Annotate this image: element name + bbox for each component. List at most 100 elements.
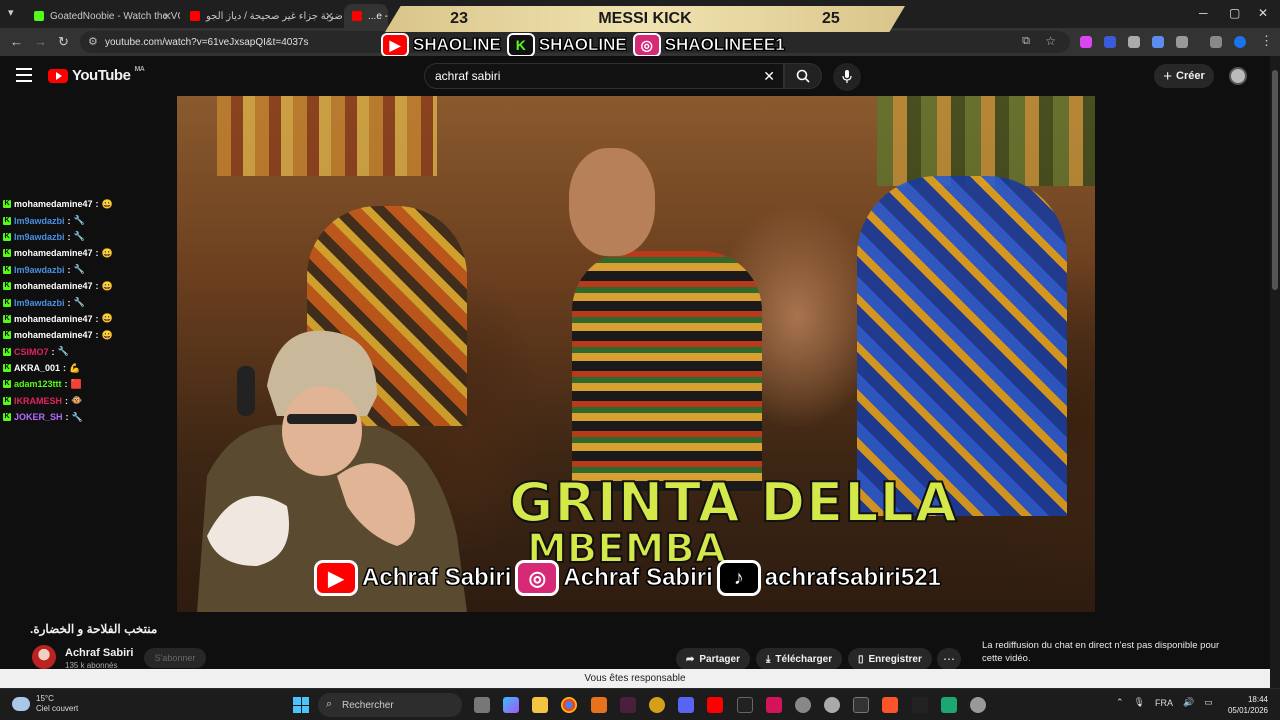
tiktok-icon: ♪: [716, 560, 761, 596]
browser-menu-icon[interactable]: ⋮: [1260, 33, 1273, 49]
reading-list-icon[interactable]: [1210, 36, 1222, 48]
settings-gear-icon[interactable]: [970, 697, 986, 713]
video-social-youtube: ▶ Achraf Sabiri: [314, 560, 512, 596]
app-icon[interactable]: [824, 697, 840, 713]
scrollbar-thumb[interactable]: [1272, 70, 1278, 290]
save-button[interactable]: ▯ Enregistrer: [848, 648, 932, 670]
app-icon[interactable]: [853, 697, 869, 713]
voice-search-button[interactable]: [833, 63, 861, 91]
chrome-icon[interactable]: [561, 697, 577, 713]
create-button[interactable]: + Créer: [1154, 64, 1214, 88]
stream-chat-overlay: Kmohamedamine47: 😀 K Im9awdazbi: 🔧 K Im9awdazb…: [0, 196, 176, 436]
close-window-icon[interactable]: ✕: [1258, 6, 1268, 20]
subscribe-button[interactable]: S'abonner: [144, 648, 206, 668]
extensions-puzzle-icon[interactable]: [1176, 36, 1188, 48]
profile-avatar-icon[interactable]: [1234, 36, 1246, 48]
chat-emote: 😀: [101, 198, 113, 209]
search-input[interactable]: achraf sabiri ✕: [424, 63, 784, 89]
browser-tab-3-active[interactable]: ...e - (اق: [344, 4, 388, 28]
extension-icon[interactable]: [1080, 36, 1092, 48]
language-indicator[interactable]: FRA: [1155, 698, 1173, 708]
chat-emote: 🔧: [73, 215, 85, 226]
chat-username: mohamedamine47: [14, 199, 93, 210]
close-tab-icon[interactable]: ✕: [325, 10, 334, 23]
overlay-social-instagram: ◎ SHAOLINEEE1: [632, 33, 785, 57]
app-icon[interactable]: [591, 697, 607, 713]
battery-icon[interactable]: ▭: [1204, 697, 1213, 708]
maximize-icon[interactable]: ▢: [1229, 6, 1240, 20]
more-actions-button[interactable]: ⋯: [937, 648, 961, 670]
chat-separator: :: [51, 346, 55, 357]
clear-search-icon[interactable]: ✕: [763, 68, 775, 85]
channel-avatar[interactable]: [32, 645, 56, 669]
brave-icon[interactable]: [882, 697, 898, 713]
channel-name[interactable]: Achraf Sabiri: [65, 647, 133, 659]
copilot-icon[interactable]: [503, 697, 519, 713]
cast-icon[interactable]: ⧉: [1022, 35, 1030, 48]
extension-icon[interactable]: [1104, 36, 1116, 48]
menu-icon[interactable]: [16, 68, 32, 82]
browser-tab-2[interactable]: ضربة جزاء غير صحيحة / دياز الجو ✕: [182, 4, 342, 28]
video-player[interactable]: GRINTA DELLA MBEMBA ▶ Achraf Sabiri ◎ Ac…: [177, 96, 1095, 612]
bookmark-star-icon[interactable]: ☆: [1045, 34, 1056, 48]
kick-badge-icon: K: [3, 282, 11, 291]
teams-icon[interactable]: [678, 697, 694, 713]
browser-tab-1[interactable]: GoatedNoobie - Watch the VOD ✕: [26, 4, 180, 28]
kick-badge-icon: K: [3, 232, 11, 241]
youtube-logo[interactable]: YouTube MA: [48, 66, 145, 84]
close-tab-icon[interactable]: ✕: [163, 10, 172, 23]
tab-title: GoatedNoobie - Watch the VOD: [50, 10, 180, 22]
account-avatar[interactable]: [1229, 67, 1247, 85]
site-info-icon[interactable]: ⚙: [88, 35, 98, 48]
app-icon[interactable]: [620, 697, 636, 713]
youtube-icon: ▶: [381, 33, 409, 57]
extension-icon[interactable]: [1152, 36, 1164, 48]
dashiki-shirt: [572, 251, 762, 491]
chat-username: Im9awdazbi: [14, 231, 65, 242]
back-icon[interactable]: ←: [10, 34, 23, 49]
microphone-icon[interactable]: 🎙: [1134, 697, 1145, 708]
page-scrollbar[interactable]: [1270, 56, 1280, 688]
share-label: Partager: [699, 653, 740, 665]
app-icon[interactable]: [649, 697, 665, 713]
weather-widget[interactable]: 15°C Ciel couvert: [12, 694, 78, 714]
singer-face: [569, 148, 655, 256]
kick-favicon-icon: [34, 11, 44, 21]
file-explorer-icon[interactable]: [532, 697, 548, 713]
taskbar-search-input[interactable]: ⌕ Rechercher: [318, 693, 462, 717]
youtube-icon[interactable]: [707, 697, 723, 713]
chat-message: K JOKER_SH: 🔧: [0, 409, 176, 425]
chat-separator: :: [65, 395, 69, 406]
tab-search-icon[interactable]: ▾: [8, 6, 14, 19]
chat-username: IKRAMESH: [14, 395, 63, 406]
windows-start-icon[interactable]: [293, 697, 309, 713]
chat-username: mohamedamine47: [14, 281, 93, 292]
chevron-up-icon[interactable]: ⌃: [1116, 697, 1124, 708]
app-icon[interactable]: [912, 697, 928, 713]
app-icon[interactable]: [941, 697, 957, 713]
youtube-play-icon: [48, 68, 68, 83]
app-icon[interactable]: [766, 697, 782, 713]
thumbnail-title-line1: GRINTA DELLA: [508, 470, 958, 535]
app-icon[interactable]: [737, 697, 753, 713]
chat-emote: 😀: [101, 329, 113, 340]
extension-icon[interactable]: [1128, 36, 1140, 48]
save-label: Enregistrer: [868, 653, 922, 665]
chat-username: CSIMO7: [14, 346, 49, 357]
chat-emote: 🔧: [73, 231, 85, 242]
chat-message: K IKRAMESH: 🐵: [0, 393, 176, 409]
download-button[interactable]: ⤓ Télécharger: [756, 648, 843, 670]
chat-separator: :: [64, 379, 68, 390]
minimize-icon[interactable]: ─: [1199, 6, 1208, 20]
kick-badge-icon: K: [3, 265, 11, 274]
volume-icon[interactable]: 🔊: [1183, 697, 1194, 708]
search-icon: [796, 69, 810, 83]
reload-icon[interactable]: ↻: [58, 34, 69, 50]
taskbar-clock[interactable]: 18:44 05/01/2026: [1222, 694, 1268, 716]
forward-icon[interactable]: →: [34, 34, 47, 49]
chat-replay-unavailable-note: La rediffusion du chat en direct n'est p…: [982, 640, 1220, 664]
task-view-icon[interactable]: [474, 697, 490, 713]
share-button[interactable]: ➦ Partager: [676, 648, 750, 670]
search-button[interactable]: [784, 63, 822, 89]
app-icon[interactable]: [795, 697, 811, 713]
